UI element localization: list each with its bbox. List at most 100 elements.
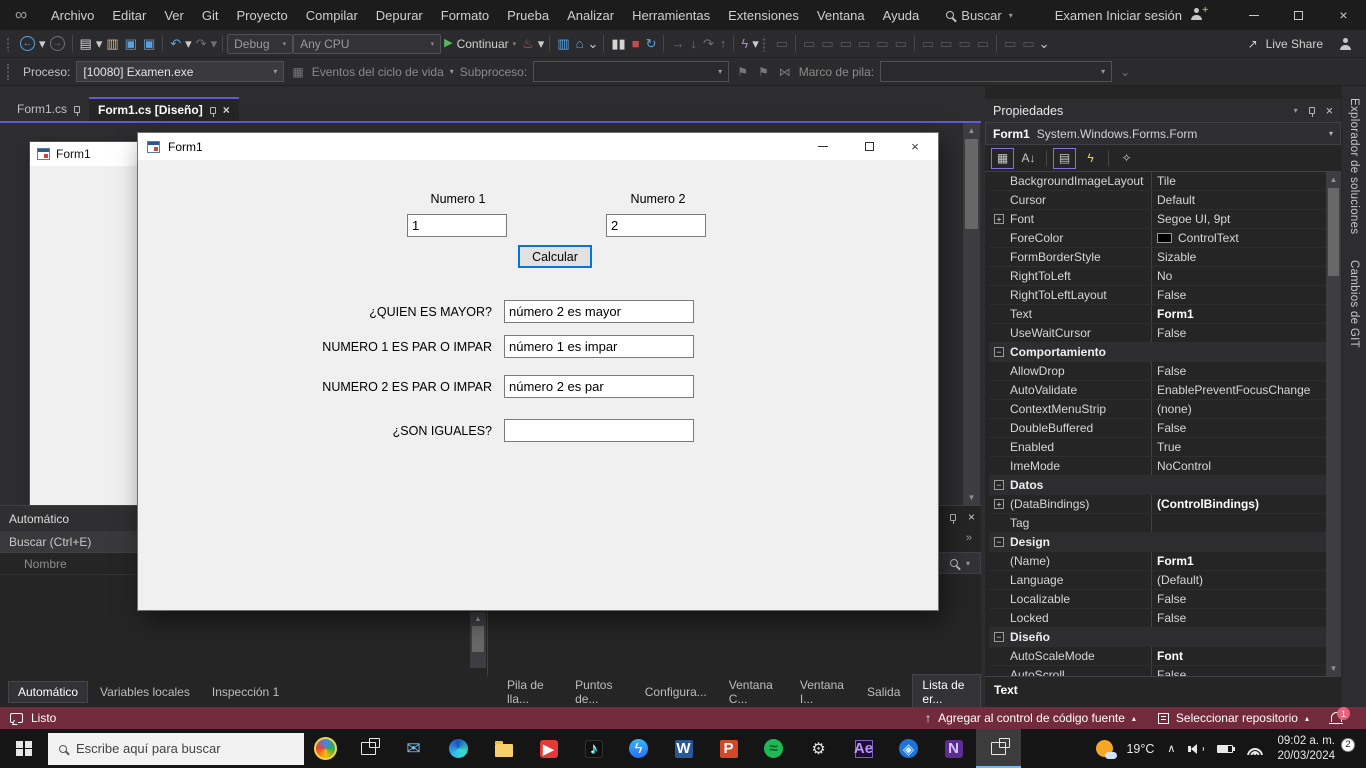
tab-form1-designer[interactable]: Form1.cs [Diseño] × [89,97,239,121]
make-same-width-icon[interactable]: ▭ [919,33,937,55]
window-restore-button[interactable] [1276,0,1321,30]
close-icon[interactable]: × [1326,104,1333,118]
horizontal-spacing-icon[interactable]: ▭ [1001,33,1019,55]
toolbar-options-caret[interactable]: ⌄ [586,33,599,55]
menubar-item[interactable]: Herramientas [623,0,719,30]
powerpoint-icon[interactable]: P [706,729,751,768]
toolbar-separator[interactable] [222,35,223,52]
expander-icon[interactable]: − [994,632,1004,642]
menubar-item[interactable]: Editar [103,0,155,30]
start-button[interactable] [0,729,48,768]
menubar-item[interactable]: Proyecto [227,0,296,30]
lifecycle-events-label[interactable]: Eventos del ciclo de vida [312,65,444,79]
undo-icon[interactable]: ↶ [167,33,184,55]
live-share-person-icon[interactable] [1339,38,1352,50]
toolbar-separator[interactable] [72,35,73,52]
nav-back-icon[interactable]: ← [17,33,38,55]
pause-icon[interactable]: ▮▮ [608,33,628,55]
taskbar-search-input[interactable]: Escribe aquí para buscar [48,733,304,765]
toolbar-separator[interactable] [549,35,550,52]
expander-icon[interactable] [994,613,1004,623]
menubar-item[interactable]: Compilar [297,0,367,30]
feedback-icon[interactable] [10,713,23,723]
step-out-icon[interactable]: ↑ [717,33,730,55]
side-vertical-tab[interactable]: Cambios de GIT [1348,260,1360,348]
show-hidden-icons-button[interactable]: ∧ [1167,742,1175,755]
new-project-icon[interactable]: ▤ [77,33,95,55]
align-rights-icon[interactable]: ▭ [837,33,855,55]
diagnostics-caret[interactable]: ▾ [751,33,760,55]
property-row[interactable]: Text Form1 [989,305,1341,324]
toolbar-grip[interactable] [7,36,14,52]
open-folder-icon[interactable]: ▥ [103,33,121,55]
toolbar-separator[interactable] [795,35,796,52]
toolbar-overflow-caret[interactable]: ⌄ [1118,65,1132,79]
menubar-item[interactable]: Depurar [367,0,432,30]
expander-icon[interactable] [994,594,1004,604]
file-explorer-icon[interactable] [481,729,526,768]
property-row[interactable]: + (DataBindings) (ControlBindings) [989,495,1341,514]
task-view-icon[interactable] [346,729,391,768]
menubar-item[interactable]: Ver [155,0,193,30]
scrollbar-thumb[interactable] [1328,188,1339,276]
redo-icon[interactable]: ↷ [193,33,210,55]
expander-icon[interactable] [994,575,1004,585]
property-row[interactable]: − Datos [989,476,1341,495]
property-row[interactable]: DoubleBuffered False [989,419,1341,438]
tool-window-tab[interactable]: Ventana I... [790,674,855,710]
zoom-icon[interactable]: ▭ [974,33,992,55]
autos-vertical-scrollbar[interactable]: ▲ [470,612,486,668]
form1-titlebar[interactable]: Form1 × [138,133,938,160]
flag-icon[interactable]: ⚑ [735,65,750,79]
tool-window-tab[interactable]: Puntos de... [565,674,633,710]
scroll-down-icon[interactable]: ▼ [1326,661,1341,676]
settings-icon[interactable]: ⚙ [796,729,841,768]
align-bottoms-icon[interactable]: ▭ [892,33,910,55]
after-effects-icon[interactable]: Ae [841,729,886,768]
tool-window-tab[interactable]: Inspección 1 [202,681,289,703]
property-row[interactable]: FormBorderStyle Sizable [989,248,1341,267]
calcular-button[interactable]: Calcular [518,245,592,268]
active-window-icon[interactable] [976,729,1021,768]
hot-reload-caret[interactable]: ▾ [537,33,546,55]
expander-icon[interactable] [994,271,1004,281]
edge-icon[interactable] [436,729,481,768]
subprocess-combo[interactable]: ▾ [533,61,729,82]
video-app-icon[interactable]: ▶ [526,729,571,768]
home-window-icon[interactable]: ⌂ [573,33,587,55]
window-minimize-button[interactable] [1231,0,1276,30]
add-source-control-button[interactable]: ↑ Agregar al control de código fuente ▴ [925,711,1136,725]
titlebar-search[interactable]: Buscar ▾ [946,8,1012,23]
nav-back-caret[interactable]: ▾ [38,33,47,55]
tool-window-tab[interactable]: Salida [857,681,910,703]
save-all-icon[interactable]: ▣ [140,33,158,55]
battery-icon[interactable] [1217,745,1233,753]
show-next-statement-icon[interactable]: → [668,33,687,55]
restart-icon[interactable]: ↻ [643,33,660,55]
toolbar-separator[interactable] [996,35,997,52]
form-maximize-button[interactable] [846,133,892,160]
wifi-icon[interactable] [1246,742,1264,755]
tool-window-tab[interactable]: Automático [8,681,88,703]
result-textbox[interactable]: número 2 es mayor [504,300,694,323]
menubar-item[interactable]: Prueba [498,0,558,30]
expander-icon[interactable] [994,461,1004,471]
chevron-down-icon[interactable]: ▾ [1294,106,1298,115]
menubar-item[interactable]: Extensiones [719,0,808,30]
side-vertical-tab[interactable]: Explorador de soluciones [1348,98,1360,234]
property-row[interactable]: Language (Default) [989,571,1341,590]
menubar-item[interactable]: Ventana [808,0,874,30]
volume-icon[interactable] [1188,744,1204,754]
property-row[interactable]: ImeMode NoControl [989,457,1341,476]
categorized-view-icon[interactable]: ▦ [991,148,1014,169]
toolbar-separator[interactable] [733,35,734,52]
expander-icon[interactable]: − [994,347,1004,357]
make-same-size-icon[interactable]: ▭ [955,33,973,55]
word-icon[interactable]: W [661,729,706,768]
blue-app-icon[interactable]: ◈ [886,729,931,768]
scroll-up-icon[interactable]: ▲ [1326,172,1341,187]
scroll-up-icon[interactable]: ▲ [470,612,486,625]
select-repository-button[interactable]: Seleccionar repositorio ▴ [1158,711,1309,725]
toolbar-separator[interactable] [663,35,664,52]
expander-icon[interactable]: + [994,499,1004,509]
